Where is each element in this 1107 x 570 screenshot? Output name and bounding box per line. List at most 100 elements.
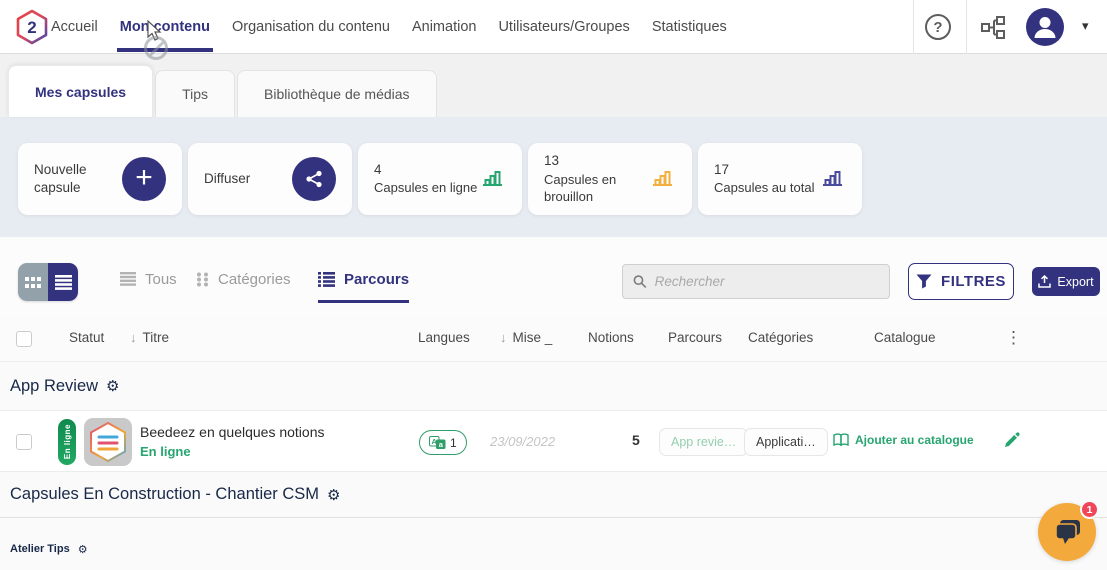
langues-badge: A a 1 [419, 430, 467, 455]
filter-tab-label: Parcours [344, 271, 409, 288]
tab-label: Bibliothèque de médias [264, 86, 410, 102]
column-catalogue[interactable]: Catalogue [874, 330, 936, 345]
tab-label: Mes capsules [35, 84, 126, 100]
book-icon [833, 433, 849, 447]
stat-count: 17 [714, 161, 814, 179]
tab-mes-capsules[interactable]: Mes capsules [8, 65, 153, 117]
app-window: 2 Accueil Mon contenu Organisation du co… [0, 0, 1107, 570]
tab-tips[interactable]: Tips [155, 70, 235, 117]
diffuser-card[interactable]: Diffuser [188, 143, 352, 215]
help-glyph: ? [933, 19, 942, 36]
brand-logo-icon[interactable]: 2 [13, 8, 51, 46]
column-notions[interactable]: Notions [588, 330, 634, 345]
nav-item-statistiques[interactable]: Statistiques [652, 19, 727, 35]
share-icon[interactable] [292, 157, 336, 201]
new-capsule-label: Nouvelle capsule [34, 161, 122, 197]
langues-count: 1 [450, 436, 457, 450]
grid-view-icon[interactable] [18, 263, 48, 301]
translate-icon: A a [429, 436, 446, 450]
capsule-row[interactable]: En ligne Beedeez en quelques notions En … [0, 410, 1107, 472]
group-header-app-review: App Review ⚙ [0, 362, 1107, 410]
blocked-cursor-icon [144, 36, 168, 60]
stat-label: Capsules en ligne [374, 179, 477, 197]
group-header-atelier-tips: Atelier Tips ⚙ [0, 536, 1107, 562]
funnel-icon [916, 274, 932, 289]
user-avatar[interactable] [1026, 8, 1064, 46]
edit-pencil-icon[interactable] [1002, 430, 1021, 454]
group-title: Capsules En Construction - Chantier CSM [10, 485, 319, 504]
status-badge-label: En ligne [63, 424, 72, 459]
column-parcours[interactable]: Parcours [668, 330, 722, 345]
content-tabbar: Mes capsules Tips Bibliothèque de médias [0, 54, 1107, 117]
add-to-catalogue-link[interactable]: Ajouter au catalogue [833, 433, 974, 447]
capsule-thumbnail[interactable] [84, 418, 132, 466]
stat-label: Capsules au total [714, 179, 814, 197]
group-header-chantier-csm: Capsules En Construction - Chantier CSM … [0, 472, 1107, 517]
filter-tab-label: Tous [145, 271, 177, 288]
list-view-icon[interactable] [48, 263, 78, 301]
diffuser-label: Diffuser [204, 170, 250, 188]
filter-tab-categories[interactable]: Catégories [196, 261, 291, 297]
filter-tab-parcours[interactable]: Parcours [318, 261, 409, 297]
divider [966, 0, 967, 54]
capsule-status: En ligne [140, 444, 324, 459]
plus-glyph: + [135, 163, 153, 193]
export-icon [1038, 275, 1051, 288]
capsules-en-ligne-card[interactable]: 4 Capsules en ligne [358, 143, 522, 215]
column-label: Titre [143, 330, 170, 345]
updated-date: 23/09/2022 [490, 434, 555, 449]
nav-item-utilisateurs[interactable]: Utilisateurs/Groupes [498, 19, 629, 35]
status-badge: En ligne [58, 419, 76, 465]
add-to-catalogue-label: Ajouter au catalogue [855, 433, 974, 447]
column-mise-a-jour[interactable]: ↓Mise _ [500, 330, 552, 345]
column-categories[interactable]: Catégories [748, 330, 813, 345]
filtres-label: FILTRES [941, 273, 1006, 290]
unread-badge: 1 [1080, 500, 1099, 519]
export-button[interactable]: Export [1032, 267, 1100, 296]
group-title: App Review [10, 377, 98, 396]
bar-chart-icon [479, 163, 506, 195]
filtres-button[interactable]: FILTRES [908, 263, 1014, 300]
column-statut[interactable]: Statut [69, 330, 104, 345]
svg-text:2: 2 [27, 18, 36, 37]
new-capsule-card[interactable]: Nouvelle capsule + [18, 143, 182, 215]
list-detail-icon [318, 272, 335, 287]
sort-desc-icon: ↓ [130, 330, 137, 345]
search-input[interactable] [655, 274, 879, 289]
export-label: Export [1057, 275, 1093, 289]
select-all-checkbox[interactable] [16, 331, 32, 347]
bar-chart-icon [819, 163, 846, 195]
capsules-total-card[interactable]: 17 Capsules au total [698, 143, 862, 215]
parcours-chip[interactable]: App revie… [659, 428, 748, 456]
stat-count: 4 [374, 161, 477, 179]
stat-label: Capsules en brouillon [544, 171, 649, 206]
kebab-menu-icon[interactable]: ⋮ [1005, 328, 1022, 348]
plus-icon[interactable]: + [122, 157, 166, 201]
gear-icon[interactable]: ⚙ [327, 486, 340, 504]
list-toolbar: Tous Catégories Parcours [0, 237, 1107, 317]
gear-icon[interactable]: ⚙ [78, 543, 88, 556]
nav-item-accueil[interactable]: Accueil [51, 19, 98, 35]
filter-tab-tous[interactable]: Tous [120, 261, 177, 297]
categories-chip[interactable]: Applicati… [744, 428, 828, 456]
column-titre[interactable]: ↓ Titre [130, 330, 169, 345]
dots-grid-icon [196, 272, 209, 287]
group-title: Atelier Tips [10, 543, 70, 555]
nav-item-animation[interactable]: Animation [412, 19, 476, 35]
chat-widget-button[interactable]: 1 [1038, 503, 1096, 561]
gear-icon[interactable]: ⚙ [106, 377, 119, 395]
tab-label: Tips [182, 86, 208, 102]
row-checkbox[interactable] [16, 434, 32, 450]
stats-cards-section: Nouvelle capsule + Diffuser 4 Capsules e… [0, 117, 1107, 237]
org-chart-icon[interactable] [979, 14, 1007, 42]
column-langues[interactable]: Langues [418, 330, 470, 345]
divider [0, 517, 1107, 518]
tab-bibliotheque[interactable]: Bibliothèque de médias [237, 70, 437, 117]
account-caret-icon[interactable]: ▾ [1082, 18, 1089, 34]
capsule-title-block[interactable]: Beedeez en quelques notions En ligne [140, 424, 324, 459]
nav-item-organisation[interactable]: Organisation du contenu [232, 19, 390, 35]
nav-item-mon-contenu[interactable]: Mon contenu [120, 19, 210, 35]
capsules-brouillon-card[interactable]: 13 Capsules en brouillon [528, 143, 692, 215]
filter-tab-label: Catégories [218, 271, 291, 288]
help-icon[interactable]: ? [925, 14, 951, 40]
